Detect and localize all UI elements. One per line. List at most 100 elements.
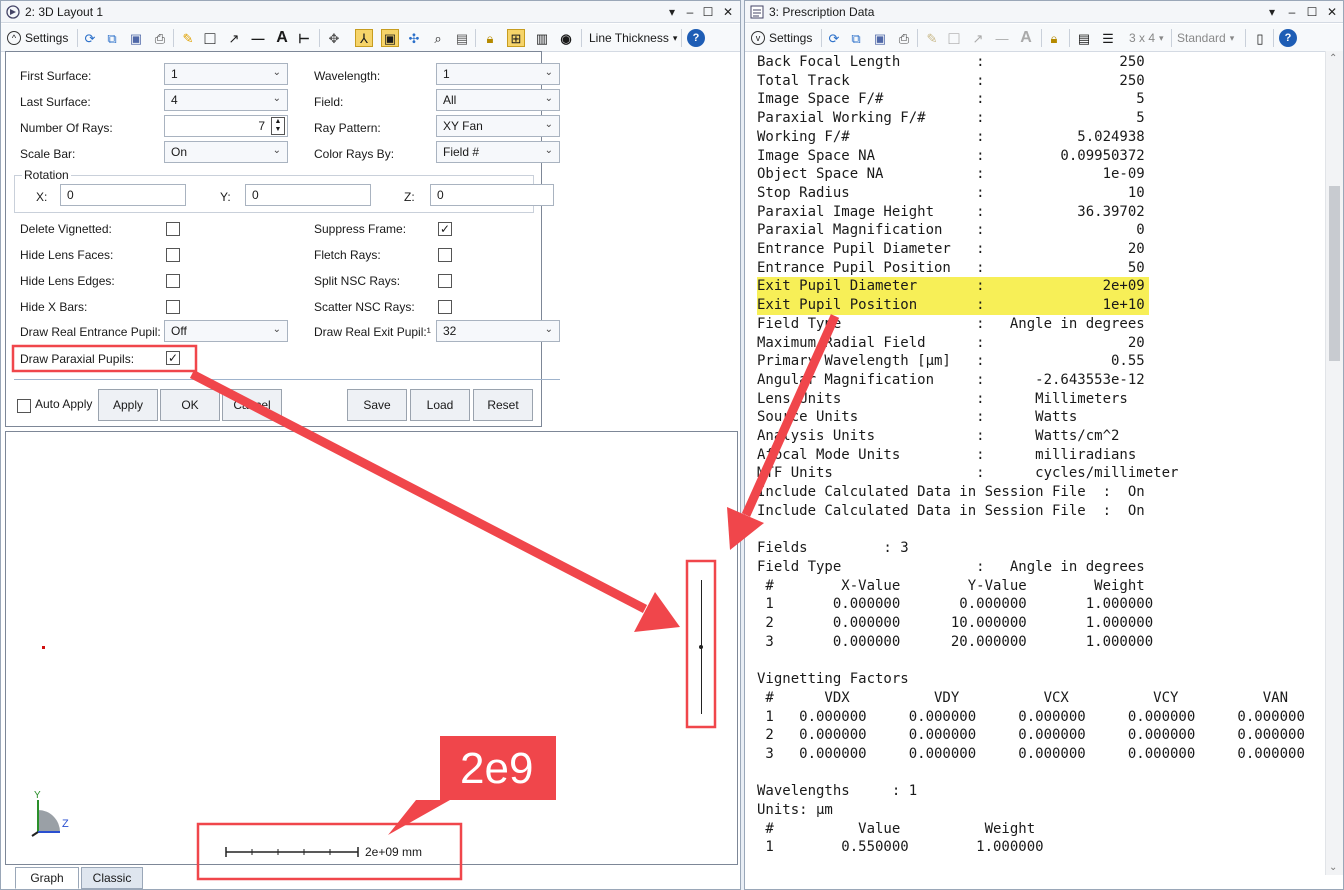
print-icon[interactable]: ⎙ [895,29,913,47]
chevron-down-icon: ⌄ [544,119,553,130]
scrollbar-thumb[interactable] [1329,186,1340,361]
settings-button[interactable]: ^ Settings [7,29,68,47]
arrow-line-icon[interactable]: ↗ [969,29,987,47]
stepper-arrows-icon[interactable]: ▲ ▼ [271,117,285,135]
first-surface-dropdown[interactable]: 1 ⌄ [164,63,288,85]
text-icon[interactable]: A [273,29,291,47]
rotation-y-input[interactable]: 0 [245,184,371,206]
help-icon[interactable]: ? [1279,29,1297,47]
hide-lens-faces-checkbox[interactable] [166,248,180,262]
settings-button[interactable]: v Settings [751,29,812,47]
zoom-icon[interactable]: ⌕ [429,29,447,47]
apply-button[interactable]: Apply [98,389,158,421]
rotation-z-input[interactable]: 0 [430,184,554,206]
grid-dropdown[interactable]: 3 x 4 ▾ [1129,29,1164,47]
rectangle-icon[interactable]: □ [945,29,963,47]
field-dropdown[interactable]: All ⌄ [436,89,560,111]
auto-apply-checkbox[interactable] [17,399,31,413]
cancel-button[interactable]: Cancel [222,389,282,421]
dimension-icon[interactable]: ⊢ [295,29,313,47]
prescription-line: Units: µm [757,802,833,818]
layers-icon[interactable]: ☰ [1099,29,1117,47]
draw-real-entrance-pupil-dropdown[interactable]: Off ⌄ [164,320,288,342]
save-icon[interactable]: ▣ [127,29,145,47]
hide-lens-edges-checkbox[interactable] [166,274,180,288]
prescription-line: 1 0.550000 1.000000 [757,839,1044,856]
pencil-icon[interactable]: ✎ [923,29,941,47]
prescription-line: Back Focal Length : 250 [757,54,1145,70]
load-button[interactable]: Load [410,389,470,421]
single-view-icon[interactable]: ▯ [1251,29,1269,47]
split-nsc-rays-checkbox[interactable] [438,274,452,288]
pan-icon[interactable]: ✣ [405,29,423,47]
close-icon[interactable]: ✕ [719,3,737,21]
draw-paraxial-pupils-checkbox[interactable]: ✓ [166,351,180,365]
copy-icon[interactable]: ⧉ [103,29,121,47]
standard-dropdown[interactable]: Standard ▾ [1177,29,1234,47]
pencil-icon[interactable]: ✎ [179,29,197,47]
dropdown-icon[interactable]: ▾ [1263,3,1281,21]
line-icon[interactable]: — [993,29,1011,47]
rotation-x-input[interactable]: 0 [60,184,186,206]
lock-icon[interactable]: 🔒︎ [1045,29,1063,47]
layout-graph[interactable]: Y Z 2e+09 mm [5,431,738,865]
number-of-rays-stepper[interactable]: 7 ▲ ▼ [164,115,288,137]
toolbar-separator [1041,29,1042,47]
vertical-scrollbar[interactable]: ⌃ ⌄ [1325,51,1343,875]
cancel-label: Cancel [233,398,271,412]
text-icon[interactable]: A [1017,29,1035,47]
draw-real-exit-pupil-dropdown[interactable]: 32 ⌄ [436,320,560,342]
image-icon[interactable]: ▤ [453,29,471,47]
window-layout-icon[interactable]: ▤ [1075,29,1093,47]
maximize-icon[interactable]: ☐ [699,3,717,21]
refresh-icon[interactable]: ⟳ [81,29,99,47]
line-icon[interactable]: — [249,29,267,47]
hide-x-bars-checkbox[interactable] [166,300,180,314]
dropdown-icon[interactable]: ▾ [663,3,681,21]
scroll-up-icon[interactable]: ⌃ [1329,53,1337,64]
save-button[interactable]: Save [347,389,407,421]
help-icon[interactable]: ? [687,29,705,47]
ok-label: OK [181,398,199,412]
line-thickness-dropdown[interactable]: Line Thickness ▾ [589,29,677,47]
refresh-icon[interactable]: ⟳ [825,29,843,47]
lock-icon[interactable]: 🔒︎ [481,29,499,47]
cycle-icon[interactable]: ◉ [557,29,575,47]
chevron-down-icon: ⌄ [544,93,553,104]
scatter-nsc-rays-checkbox[interactable] [438,300,452,314]
minimize-icon[interactable]: – [681,3,699,21]
view-icon[interactable]: ▣ [381,29,399,47]
axes-icon[interactable]: ⅄ [355,29,373,47]
prescription-line: 1 0.000000 0.000000 0.000000 0.000000 0.… [757,708,1305,725]
tab-classic[interactable]: Classic [81,867,143,889]
callout-text: 2e9 [460,744,534,793]
rectangle-icon[interactable]: □ [201,29,219,47]
minimize-icon[interactable]: – [1283,3,1301,21]
color-rays-by-dropdown[interactable]: Field # ⌄ [436,141,560,163]
fletch-rays-checkbox[interactable] [438,248,452,262]
save-icon[interactable]: ▣ [871,29,889,47]
scale-bar-dropdown[interactable]: On ⌄ [164,141,288,163]
layers-icon[interactable]: ▥ [533,29,551,47]
close-icon[interactable]: ✕ [1323,3,1341,21]
draw-real-exit-pupil-value: 32 [443,324,457,338]
delete-vignetted-checkbox[interactable] [166,222,180,236]
toolbar-separator [581,29,582,47]
ok-button[interactable]: OK [160,389,220,421]
copy-icon[interactable]: ⧉ [847,29,865,47]
rotate-icon[interactable]: ✥ [325,29,343,47]
ray-pattern-dropdown[interactable]: XY Fan ⌄ [436,115,560,137]
suppress-frame-checkbox[interactable]: ✓ [438,222,452,236]
maximize-icon[interactable]: ☐ [1303,3,1321,21]
print-icon[interactable]: ⎙ [151,29,169,47]
window-layout-icon[interactable]: ⊞ [507,29,525,47]
wavelength-dropdown[interactable]: 1 ⌄ [436,63,560,85]
prescription-line: # Value Weight [757,820,1036,837]
exit-pupil-point [699,645,703,649]
arrow-line-icon[interactable]: ↗ [225,29,243,47]
reset-button[interactable]: Reset [473,389,533,421]
last-surface-dropdown[interactable]: 4 ⌄ [164,89,288,111]
chevron-down-icon: ⌄ [272,67,281,78]
tab-graph[interactable]: Graph [15,867,79,889]
scroll-down-icon[interactable]: ⌄ [1329,862,1337,873]
